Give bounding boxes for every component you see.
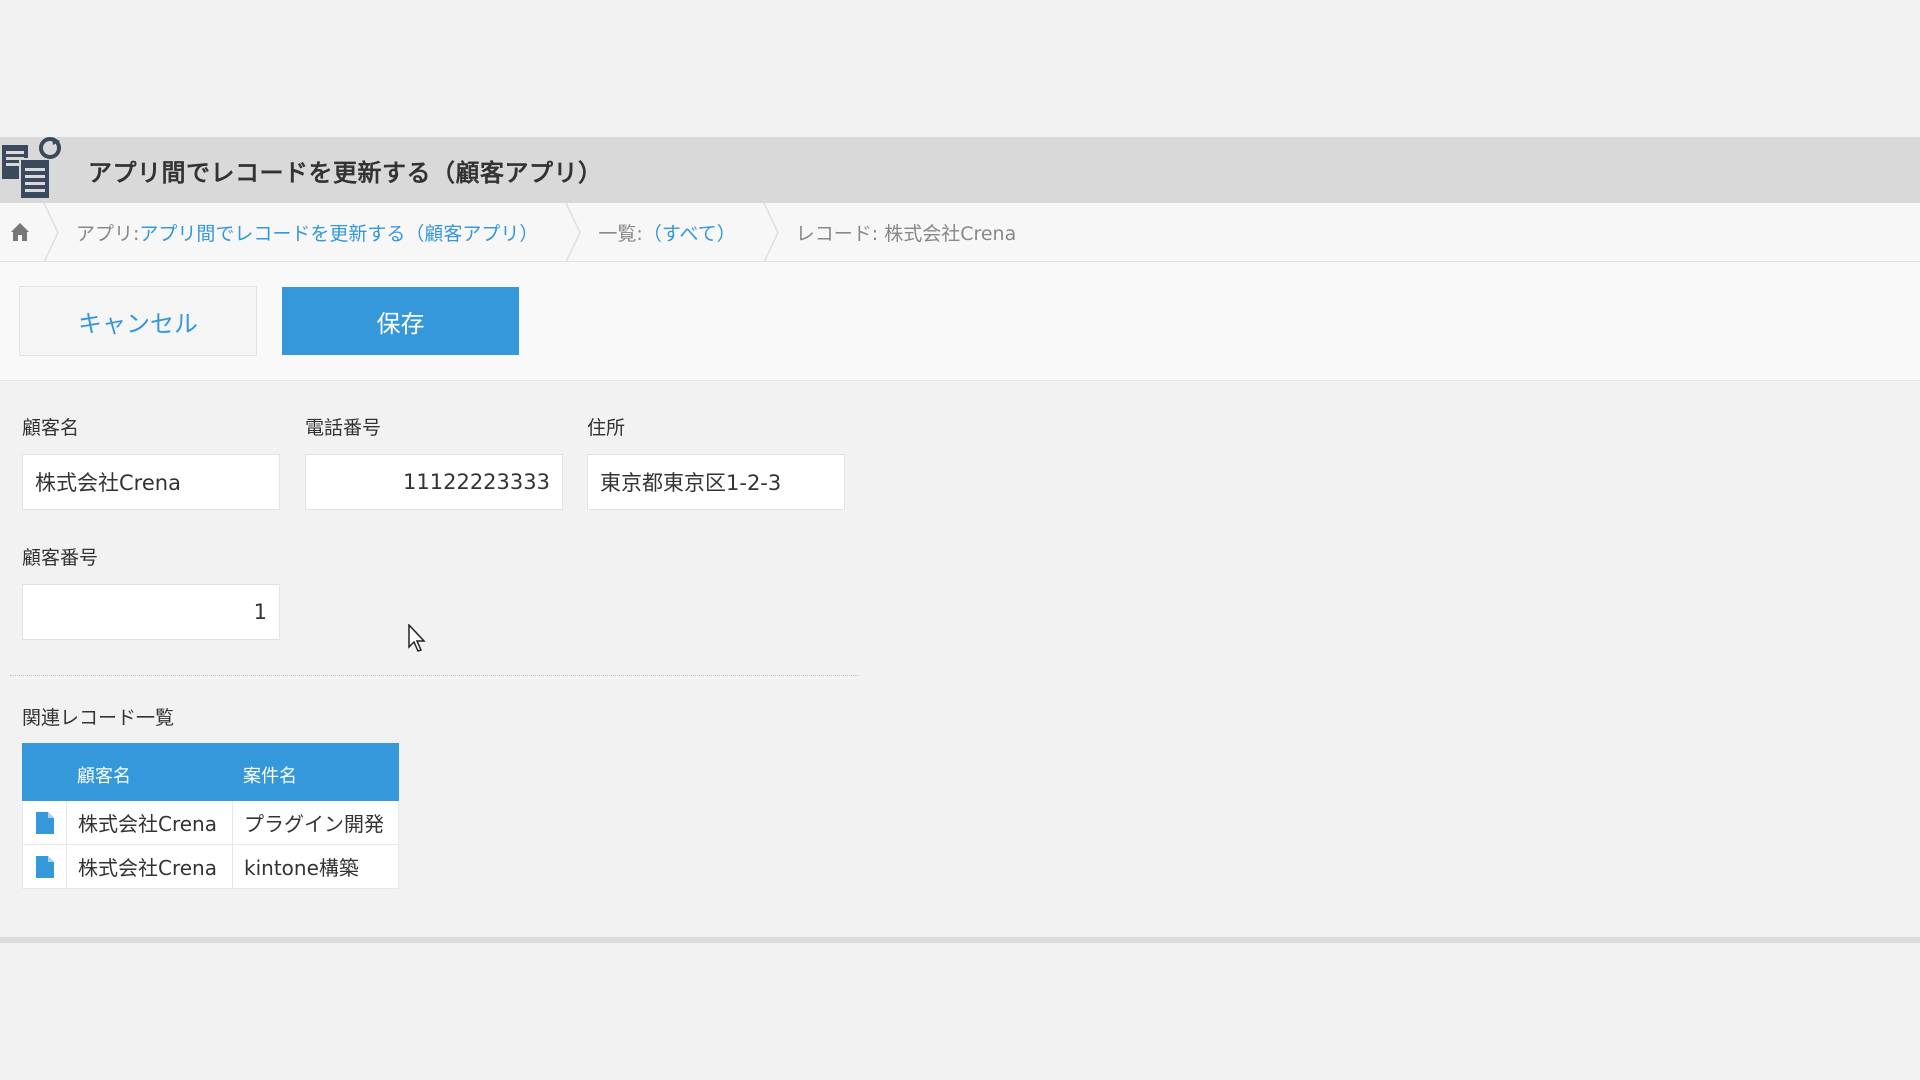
- document-icon: [35, 811, 54, 834]
- breadcrumb-separator: [763, 202, 779, 262]
- section-divider: [10, 675, 858, 676]
- cancel-button[interactable]: キャンセル: [19, 286, 257, 356]
- breadcrumb-home[interactable]: [0, 203, 40, 262]
- table-row: 株式会社Crena kintone構築: [22, 845, 399, 889]
- address-label: 住所: [587, 417, 626, 439]
- record-detail-link[interactable]: [23, 801, 67, 844]
- document-icon: [35, 855, 54, 878]
- breadcrumb-separator: [565, 202, 582, 262]
- breadcrumb-list-link[interactable]: （すべて）: [643, 219, 736, 246]
- breadcrumb-app: アプリ: アプリ間でレコードを更新する（顧客アプリ）: [62, 219, 562, 246]
- breadcrumb-app-link[interactable]: アプリ間でレコードを更新する（顧客アプリ）: [139, 219, 538, 246]
- record-detail-link[interactable]: [23, 845, 67, 888]
- breadcrumb-record-label: レコード: 株式会社Crena: [795, 222, 1017, 245]
- row-project-name: プラグイン開発: [244, 812, 384, 836]
- phone-field[interactable]: 11122223333: [305, 454, 563, 510]
- row-customer-name: 株式会社Crena: [67, 845, 233, 888]
- breadcrumb-list-prefix: 一覧:: [598, 222, 643, 245]
- app-records-sync-icon: [0, 137, 66, 203]
- breadcrumb-list: 一覧: （すべて）: [584, 219, 759, 246]
- breadcrumb-app-prefix: アプリ:: [76, 222, 140, 245]
- customer-number-label: 顧客番号: [22, 547, 99, 569]
- related-records-title: 関連レコード一覧: [22, 707, 175, 729]
- customer-name-field[interactable]: 株式会社Crena: [22, 454, 280, 510]
- edit-toolbar: キャンセル 保存: [0, 262, 1920, 381]
- mouse-cursor-icon: [408, 624, 426, 652]
- breadcrumb-record: レコード: 株式会社Crena: [782, 219, 1040, 246]
- phone-label: 電話番号: [305, 417, 382, 439]
- table-row: 株式会社Crena プラグイン開発: [22, 801, 399, 845]
- row-customer-name: 株式会社Crena: [67, 801, 233, 844]
- app-header: アプリ間でレコードを更新する（顧客アプリ）: [0, 137, 1920, 203]
- customer-name-label: 顧客名: [22, 417, 80, 439]
- address-field[interactable]: 東京都東京区1-2-3: [587, 454, 845, 510]
- save-button[interactable]: 保存: [282, 287, 519, 355]
- row-project-name: kintone構築: [244, 856, 359, 880]
- breadcrumb: アプリ: アプリ間でレコードを更新する（顧客アプリ） 一覧: （すべて） レコー…: [0, 202, 1920, 262]
- app-title: アプリ間でレコードを更新する（顧客アプリ）: [88, 158, 603, 187]
- breadcrumb-separator: [43, 202, 59, 262]
- related-table-header: 顧客名 案件名: [22, 743, 399, 801]
- footer-divider: [0, 937, 1920, 943]
- column-header-project: 案件名: [243, 766, 297, 787]
- customer-number-field[interactable]: 1: [22, 584, 280, 640]
- home-icon: [11, 223, 29, 241]
- column-header-customer: 顧客名: [77, 766, 131, 787]
